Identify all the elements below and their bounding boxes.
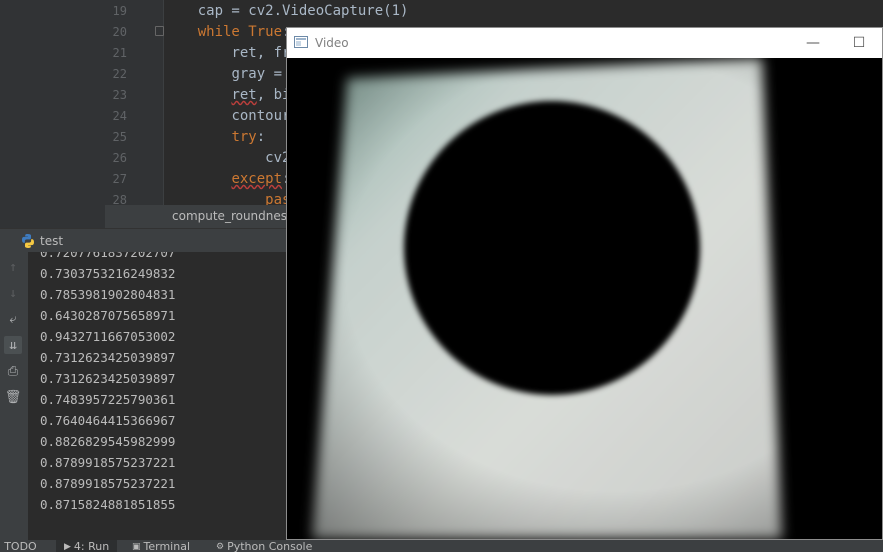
run-toolbar: ↑ ↓ ⤶ ⇊ ⎙ 🗑	[0, 252, 28, 540]
line-number: 22	[112, 67, 127, 81]
code-token: contour	[231, 108, 291, 124]
minimize-button[interactable]: —	[790, 28, 836, 58]
run-tab-test[interactable]: test	[20, 229, 63, 253]
console-output-line: 0.7312623425039897	[40, 371, 176, 386]
code-token: :	[256, 129, 266, 145]
terminal-tool-button[interactable]: ▣ Terminal	[132, 540, 190, 552]
code-token: gray =	[231, 66, 291, 82]
line-number: 23	[112, 88, 127, 102]
code-token: except	[231, 171, 283, 187]
code-line[interactable]: try:	[164, 127, 265, 148]
line-number: 25	[112, 130, 127, 144]
code-token: True	[248, 24, 283, 40]
todo-tool-button[interactable]: 6: TODO	[0, 540, 37, 552]
code-token: cap = cv2.VideoCapture(1)	[197, 3, 409, 19]
soft-wrap-icon[interactable]: ⤶	[4, 310, 22, 328]
run-tab-label: test	[40, 234, 64, 248]
todo-label: 6: TODO	[0, 540, 37, 552]
line-number: 21	[112, 46, 127, 60]
code-line[interactable]: while True:	[164, 22, 291, 43]
run-console-output[interactable]: 0.7207761837202707 0.7303753216249832 0.78…	[28, 252, 288, 540]
line-number: 27	[112, 172, 127, 186]
code-line[interactable]: pas	[164, 190, 290, 205]
console-output-line: 0.8715824881851855	[40, 497, 176, 512]
tool-window-bar: 6: TODO ▶ 4: Run ▣ Terminal ⚙ Python Con…	[0, 540, 883, 552]
terminal-label: Terminal	[143, 540, 191, 552]
python-icon	[22, 234, 34, 248]
python-console-label: Python Console	[227, 540, 313, 552]
code-token: ret, fr	[231, 45, 291, 61]
line-number: 20	[112, 25, 127, 39]
console-output-line: 0.8826829545982999	[40, 434, 176, 449]
console-output-line: 0.6430287075658971	[40, 308, 176, 323]
trash-icon[interactable]: 🗑	[4, 388, 22, 406]
video-window-title: Video	[315, 36, 349, 50]
run-label: 4: Run	[73, 540, 110, 552]
code-token: ret	[231, 87, 257, 103]
project-panel-edge	[0, 0, 105, 228]
up-arrow-icon[interactable]: ↑	[4, 258, 22, 276]
console-output-line: 0.9432711667053002	[40, 329, 176, 344]
camera-frame-image	[287, 58, 882, 539]
line-number: 19	[112, 4, 127, 18]
code-line[interactable]: ret, fr	[164, 43, 290, 64]
code-line[interactable]: cv2	[164, 148, 290, 169]
maximize-icon: ☐	[852, 35, 866, 51]
minimize-icon: —	[806, 35, 820, 51]
console-output-line: 0.7303753216249832	[40, 266, 176, 281]
line-number: 24	[112, 109, 127, 123]
line-number: 26	[112, 151, 127, 165]
terminal-icon: ▣	[132, 542, 141, 552]
console-output-line: 0.7853981902804831	[40, 287, 176, 302]
camera-video-frame	[287, 58, 882, 539]
code-token: while	[197, 24, 249, 40]
run-tool-window-header: test	[0, 228, 300, 253]
print-icon[interactable]: ⎙	[4, 362, 22, 380]
code-line[interactable]: cap = cv2.VideoCapture(1)	[164, 1, 409, 22]
console-output-line: 0.7207761837202707	[40, 252, 176, 260]
down-arrow-icon[interactable]: ↓	[4, 284, 22, 302]
scroll-to-end-icon[interactable]: ⇊	[4, 336, 22, 354]
code-line[interactable]: gray =	[164, 64, 290, 85]
code-token: try	[231, 129, 257, 145]
app-window-icon	[294, 36, 308, 48]
console-output-line: 0.7312623425039897	[40, 350, 176, 365]
play-icon: ▶	[64, 542, 71, 552]
code-line[interactable]: ret, bi	[164, 85, 290, 106]
fold-marker-icon[interactable]	[155, 26, 164, 36]
code-line[interactable]: contour	[164, 106, 290, 127]
run-tool-button[interactable]: ▶ 4: Run	[56, 540, 118, 552]
line-number-gutter: 19 20 21 22 23 24 25 26 27 28	[105, 0, 164, 207]
console-output-line: 0.7483957225790361	[40, 392, 176, 407]
python-console-tool-button[interactable]: ⚙ Python Console	[216, 540, 312, 552]
breadcrumb-function[interactable]: compute_roundness	[172, 205, 293, 228]
console-output-line: 0.7640464415366967	[40, 413, 176, 428]
code-line[interactable]: except:	[164, 169, 290, 190]
python-console-icon: ⚙	[216, 542, 225, 552]
editor-breadcrumb-bar: compute_roundness	[105, 205, 305, 228]
console-output-line: 0.8789918575237221	[40, 476, 176, 491]
video-titlebar[interactable]: Video — ☐	[287, 28, 882, 58]
maximize-button[interactable]: ☐	[836, 28, 882, 58]
video-window[interactable]: Video — ☐	[286, 27, 883, 540]
console-output-line: 0.8789918575237221	[40, 455, 176, 470]
